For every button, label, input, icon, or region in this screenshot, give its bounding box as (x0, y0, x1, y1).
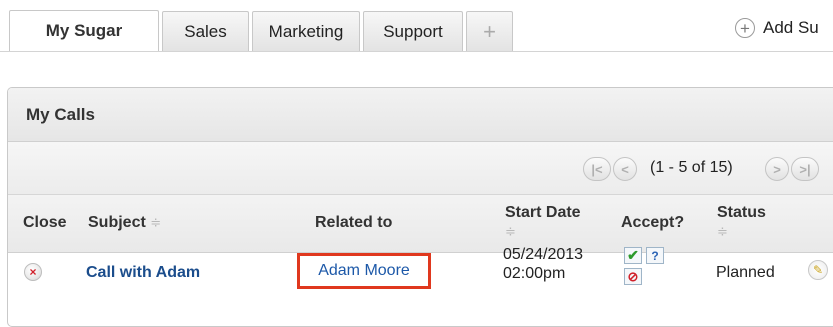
column-start-date-label: Start Date (505, 204, 581, 221)
column-subject[interactable]: Subject ≑ (88, 214, 161, 232)
status-value: Planned (716, 264, 775, 281)
add-sugar-button[interactable]: + Add Su (735, 18, 819, 38)
sort-icon: ≑ (505, 224, 516, 239)
decline-icon[interactable]: ⊘ (624, 268, 642, 285)
add-tab-button[interactable]: + (466, 11, 513, 51)
accept-tentative-icon[interactable]: ? (646, 247, 664, 264)
add-sugar-label: Add Su (763, 18, 819, 37)
related-to-link[interactable]: Adam Moore (297, 253, 431, 289)
tab-support[interactable]: Support (363, 11, 463, 51)
my-calls-dashlet: My Calls |< < (1 - 5 of 15) > >| Close S… (7, 87, 833, 327)
tab-sales[interactable]: Sales (162, 11, 249, 51)
column-subject-label: Subject (88, 214, 146, 231)
table-row: × Call with Adam Adam Moore 05/24/2013 0… (8, 246, 833, 313)
close-call-icon[interactable]: × (24, 263, 42, 281)
plus-circle-icon: + (735, 18, 755, 38)
tab-my-sugar[interactable]: My Sugar (9, 10, 159, 51)
dashlet-title: My Calls (8, 88, 833, 142)
module-tabs: My Sugar Sales Marketing Support + (9, 10, 516, 51)
column-status[interactable]: Status ≑ (717, 203, 766, 241)
column-related-to[interactable]: Related to (315, 214, 392, 232)
column-close: Close (23, 214, 67, 231)
column-start-date[interactable]: Start Date ≑ (505, 203, 581, 241)
sort-icon: ≑ (150, 215, 162, 230)
pagination-text: (1 - 5 of 15) (650, 159, 733, 176)
tab-marketing[interactable]: Marketing (252, 11, 360, 51)
start-date-value: 05/24/2013 02:00pm (503, 245, 583, 283)
pagination-bar: |< < (1 - 5 of 15) > >| (8, 142, 833, 195)
last-page-icon[interactable]: >| (791, 157, 819, 181)
accept-yes-icon[interactable]: ✔ (624, 247, 642, 264)
next-page-icon[interactable]: > (765, 157, 789, 181)
first-page-icon[interactable]: |< (583, 157, 611, 181)
start-date: 05/24/2013 (503, 246, 584, 263)
start-time: 02:00pm (503, 265, 566, 282)
previous-page-icon[interactable]: < (613, 157, 637, 181)
subject-link[interactable]: Call with Adam (86, 264, 200, 282)
tab-divider (0, 51, 833, 52)
sort-icon: ≑ (717, 224, 728, 239)
column-status-label: Status (717, 204, 766, 221)
edit-pencil-icon[interactable]: ✎ (808, 260, 828, 280)
cropped-text-top (0, 0, 833, 8)
table-header: Close Subject ≑ Related to Start Date ≑ … (8, 195, 833, 253)
column-accept: Accept? (621, 214, 685, 231)
